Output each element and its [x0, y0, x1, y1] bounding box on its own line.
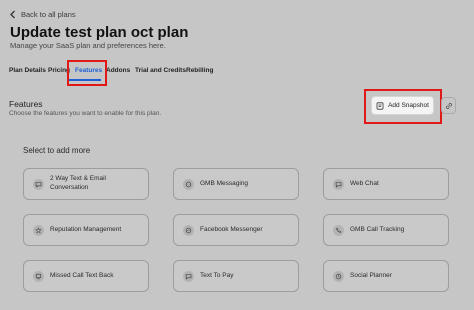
page-subtitle: Manage your SaaS plan and preferences he… — [10, 41, 166, 50]
feature-card-text-to-pay[interactable]: Text To Pay — [173, 260, 299, 292]
feature-card-gmb-call-tracking[interactable]: GMB Call Tracking — [323, 214, 449, 246]
feature-card-gmb-messaging[interactable]: GMB Messaging — [173, 168, 299, 200]
feature-card-label: Text To Pay — [200, 271, 234, 279]
feature-card-web-chat[interactable]: Web Chat — [323, 168, 449, 200]
feature-card-social-planner[interactable]: Social Planner — [323, 260, 449, 292]
feature-card-label: Missed Call Text Back — [50, 271, 114, 279]
web-chat-icon — [333, 178, 344, 190]
chat-bubble-icon — [33, 178, 44, 190]
missed-call-icon — [33, 270, 44, 282]
features-tab-highlight — [67, 60, 107, 86]
payment-icon — [183, 270, 194, 282]
link-button[interactable] — [441, 97, 456, 114]
phone-icon — [333, 224, 344, 236]
messenger-icon — [183, 224, 194, 236]
feature-card-label: Reputation Management — [50, 225, 122, 233]
feature-card-label: Facebook Messenger — [200, 225, 263, 233]
tab-plan-details[interactable]: Plan Details — [9, 67, 46, 74]
chevron-left-icon — [10, 10, 15, 19]
feature-card-label: GMB Call Tracking — [350, 225, 405, 233]
star-icon — [33, 224, 44, 236]
page-title: Update test plan oct plan — [10, 24, 189, 41]
feature-card-label: Web Chat — [350, 179, 379, 187]
back-link-label: Back to all plans — [21, 10, 76, 19]
feature-card-label: 2 Way Text & Email Conversation — [50, 175, 106, 191]
feature-card-facebook-messenger[interactable]: Facebook Messenger — [173, 214, 299, 246]
feature-card-label: Social Planner — [350, 271, 392, 279]
calendar-icon — [333, 270, 344, 282]
message-icon — [183, 178, 194, 190]
feature-card-2-way-text-email[interactable]: 2 Way Text & Email Conversation — [23, 168, 149, 200]
tab-addons[interactable]: Addons — [106, 67, 130, 74]
back-link[interactable]: Back to all plans — [9, 10, 76, 19]
feature-card-label: GMB Messaging — [200, 179, 249, 187]
tab-rebilling[interactable]: Rebilling — [186, 67, 213, 74]
feature-card-missed-call-text-back[interactable]: Missed Call Text Back — [23, 260, 149, 292]
tab-trial-and-credits[interactable]: Trial and Credits — [135, 67, 186, 74]
link-icon — [445, 102, 452, 109]
feature-card-reputation-management[interactable]: Reputation Management — [23, 214, 149, 246]
select-more-title: Select to add more — [23, 146, 91, 155]
features-title: Features — [9, 99, 43, 109]
features-description: Choose the features you want to enable f… — [9, 110, 162, 117]
add-snapshot-highlight — [364, 89, 442, 124]
